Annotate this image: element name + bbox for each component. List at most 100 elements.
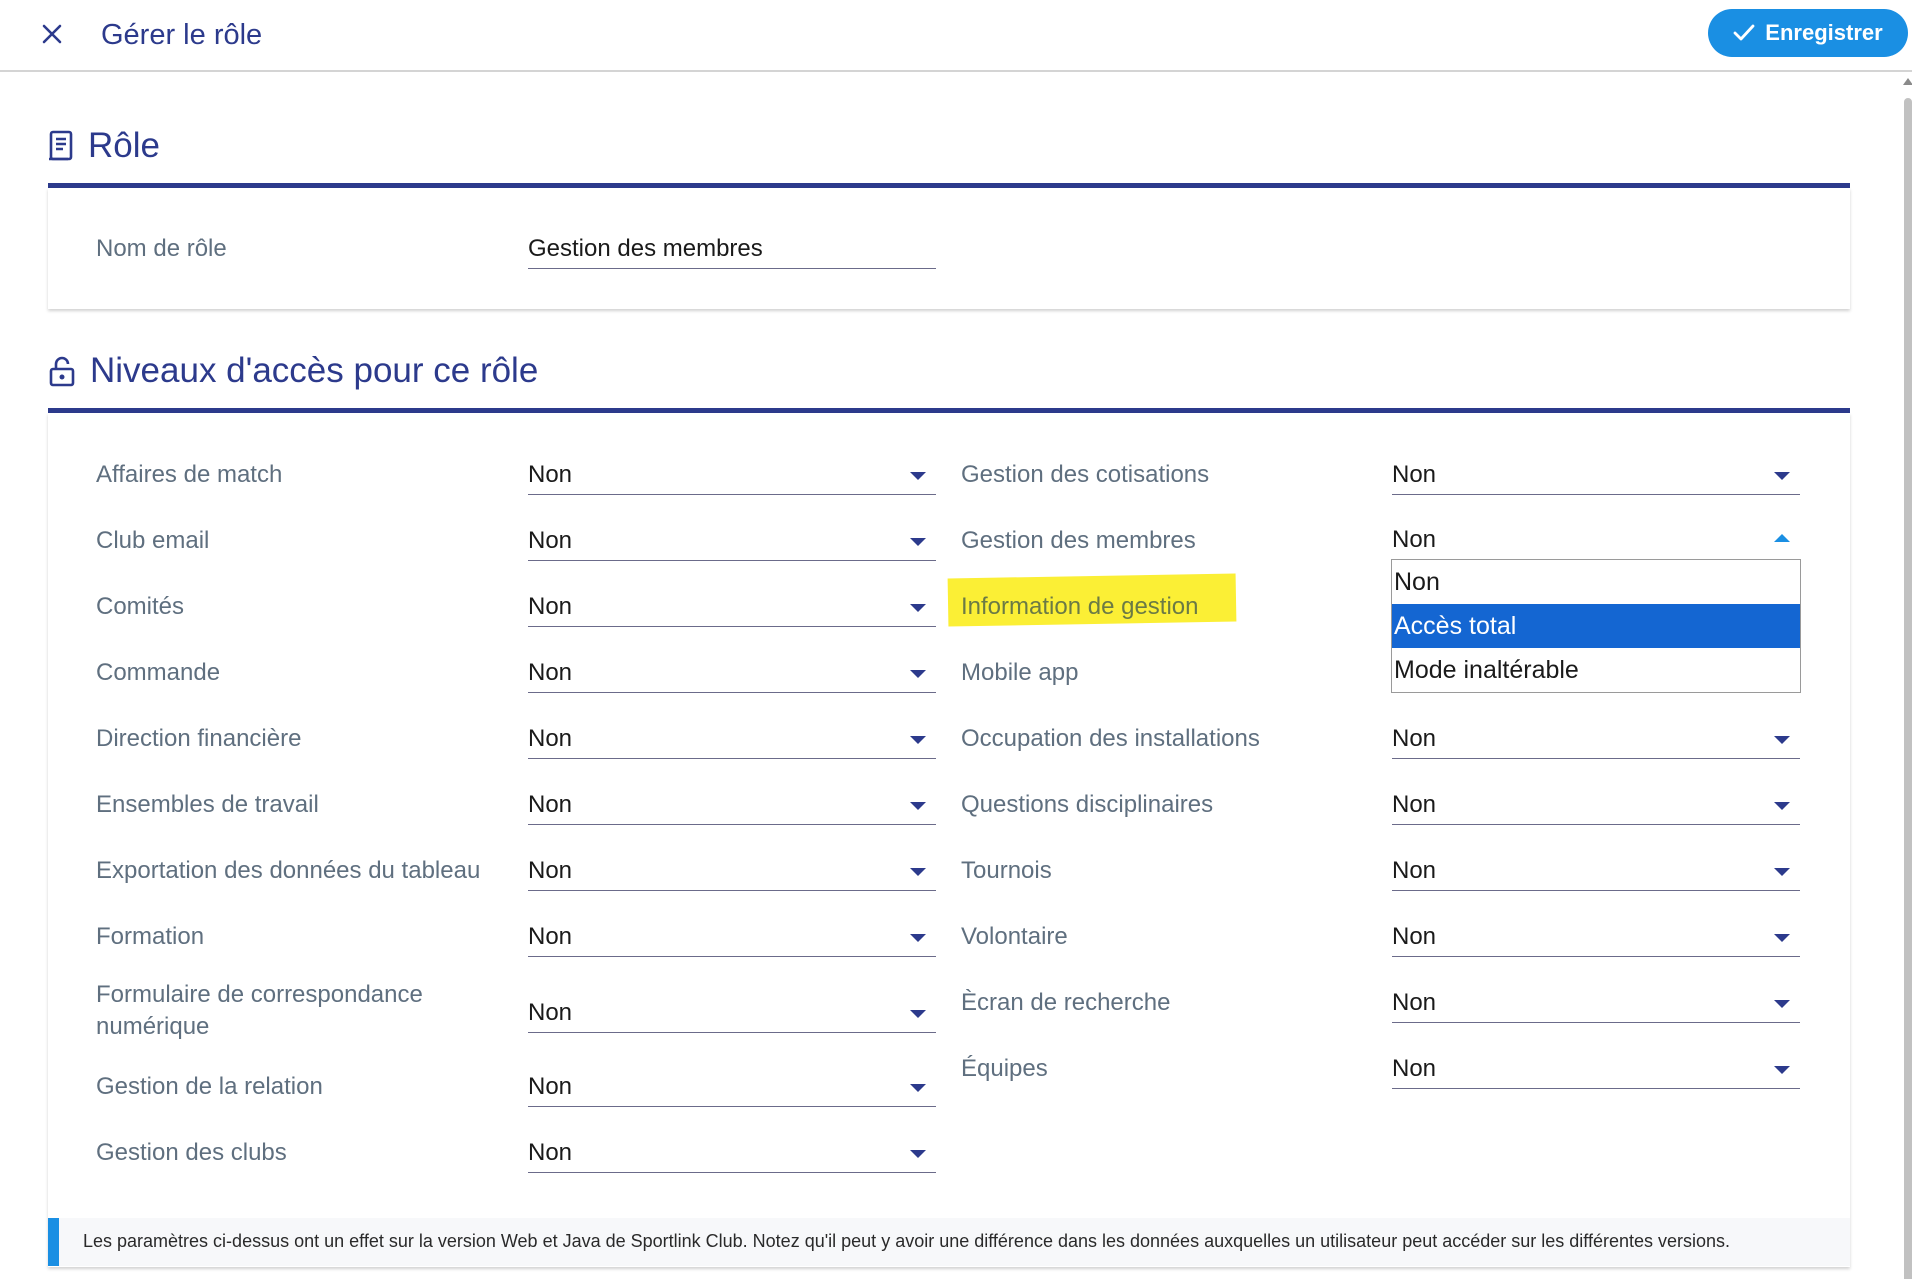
dropdown-option-non[interactable]: Non xyxy=(1392,560,1800,604)
caret-down-icon xyxy=(910,736,926,744)
access-select-volontaire[interactable]: Non xyxy=(1392,917,1800,957)
access-select-occupation[interactable]: Non xyxy=(1392,719,1800,759)
select-value: Non xyxy=(528,659,573,686)
access-label: Gestion des cotisations xyxy=(961,461,1210,488)
access-label-highlighted: Information de gestion xyxy=(961,593,1199,620)
access-select-comites[interactable]: Non xyxy=(528,587,936,627)
role-name-label: Nom de rôle xyxy=(96,235,227,262)
access-select-gestion-relation[interactable]: Non xyxy=(528,1067,936,1107)
caret-down-icon xyxy=(1774,736,1790,744)
select-value: Non xyxy=(528,1139,573,1166)
access-select-questions-disciplinaires[interactable]: Non xyxy=(1392,785,1800,825)
caret-down-icon xyxy=(1774,802,1790,810)
caret-down-icon xyxy=(910,1010,926,1018)
access-label: Gestion de la relation xyxy=(96,1073,323,1100)
access-label: Questions disciplinaires xyxy=(961,791,1214,818)
role-section-header: Rôle xyxy=(48,126,160,166)
access-select-ecran-recherche[interactable]: Non xyxy=(1392,983,1800,1023)
access-label: Occupation des installations xyxy=(961,725,1260,752)
dropdown-option-acces-total[interactable]: Accès total xyxy=(1392,604,1800,648)
access-label: Formulaire de correspondance numérique xyxy=(96,981,423,1040)
caret-down-icon xyxy=(1774,934,1790,942)
access-label: Gestion des membres xyxy=(961,527,1196,554)
access-select-direction-financiere[interactable]: Non xyxy=(528,719,936,759)
select-value: Non xyxy=(528,593,573,620)
access-label: Formation xyxy=(96,923,205,950)
caret-down-icon xyxy=(910,1084,926,1092)
access-label: Mobile app xyxy=(961,659,1079,686)
role-name-input[interactable]: Gestion des membres xyxy=(528,229,936,269)
access-select-affaires-de-match[interactable]: Non xyxy=(528,455,936,495)
caret-down-icon xyxy=(910,934,926,942)
access-select-tournois[interactable]: Non xyxy=(1392,851,1800,891)
caret-down-icon xyxy=(910,538,926,546)
caret-down-icon xyxy=(910,604,926,612)
close-button[interactable] xyxy=(34,16,70,52)
check-icon xyxy=(1733,24,1755,41)
access-select-club-email[interactable]: Non xyxy=(528,521,936,561)
access-label: Ècran de recherche xyxy=(961,989,1171,1016)
caret-down-icon xyxy=(910,802,926,810)
document-icon xyxy=(49,130,73,161)
select-value: Non xyxy=(528,461,573,488)
top-bar: Gérer le rôle Enregistrer xyxy=(0,0,1912,72)
lock-icon xyxy=(49,356,75,387)
select-value: Non xyxy=(528,923,573,950)
dropdown-option-mode-inalterable[interactable]: Mode inaltérable xyxy=(1392,648,1800,692)
select-value: Non xyxy=(1392,526,1437,553)
info-accent-bar xyxy=(48,1218,59,1266)
access-select-equipes[interactable]: Non xyxy=(1392,1049,1800,1089)
select-value: Non xyxy=(528,857,573,884)
caret-down-icon xyxy=(910,868,926,876)
access-label: Comités xyxy=(96,593,185,620)
save-button[interactable]: Enregistrer xyxy=(1708,9,1908,57)
access-select-formation[interactable]: Non xyxy=(528,917,936,957)
caret-down-icon xyxy=(910,472,926,480)
access-label: Gestion des clubs xyxy=(96,1139,287,1166)
access-select-ensembles-de-travail[interactable]: Non xyxy=(528,785,936,825)
select-value: Non xyxy=(1392,989,1437,1016)
access-section-header: Niveaux d'accès pour ce rôle xyxy=(48,351,538,391)
caret-down-icon xyxy=(910,670,926,678)
access-select-gestion-membres[interactable]: Non xyxy=(1392,520,1800,560)
select-value: Non xyxy=(1392,857,1437,884)
access-section-title: Niveaux d'accès pour ce rôle xyxy=(90,351,539,390)
select-value: Non xyxy=(1392,461,1437,488)
access-label: Direction financière xyxy=(96,725,302,752)
caret-down-icon xyxy=(1774,868,1790,876)
access-label: Tournois xyxy=(961,857,1052,884)
select-value: Non xyxy=(528,791,573,818)
access-select-gestion-cotisations[interactable]: Non xyxy=(1392,455,1800,495)
access-label: Volontaire xyxy=(961,923,1068,950)
info-notice-text: Les paramètres ci-dessus ont un effet su… xyxy=(83,1231,1731,1251)
select-value: Non xyxy=(1392,725,1437,752)
dropdown-options-list: Non Accès total Mode inaltérable xyxy=(1391,559,1801,693)
select-value: Non xyxy=(1392,1055,1437,1082)
role-card: Nom de rôle Gestion des membres xyxy=(48,188,1850,309)
caret-down-icon xyxy=(1774,1000,1790,1008)
role-name-value: Gestion des membres xyxy=(528,235,763,262)
save-button-label: Enregistrer xyxy=(1765,20,1883,45)
caret-down-icon xyxy=(1774,1066,1790,1074)
page-title: Gérer le rôle xyxy=(101,19,263,51)
select-value: Non xyxy=(1392,923,1437,950)
scroll-thumb[interactable] xyxy=(1904,98,1912,1279)
scrollbar[interactable] xyxy=(1902,78,1912,1279)
caret-down-icon xyxy=(1774,472,1790,480)
access-select-commande[interactable]: Non xyxy=(528,653,936,693)
select-value: Non xyxy=(528,527,573,554)
scroll-up-arrow-icon[interactable] xyxy=(1903,78,1912,85)
access-label: Exportation des données du tableau xyxy=(96,857,481,884)
select-value: Non xyxy=(528,999,573,1026)
select-value: Non xyxy=(528,1073,573,1100)
access-label: Commande xyxy=(96,659,221,686)
caret-up-icon xyxy=(1774,534,1790,542)
access-label: Affaires de match xyxy=(96,461,283,488)
access-select-formulaire[interactable]: Non xyxy=(528,993,936,1033)
info-notice: Les paramètres ci-dessus ont un effet su… xyxy=(48,1218,1850,1266)
select-value: Non xyxy=(1392,791,1437,818)
access-label: Ensembles de travail xyxy=(96,791,319,818)
access-select-gestion-clubs[interactable]: Non xyxy=(528,1133,936,1173)
access-select-exportation[interactable]: Non xyxy=(528,851,936,891)
access-label: Équipes xyxy=(961,1055,1048,1082)
